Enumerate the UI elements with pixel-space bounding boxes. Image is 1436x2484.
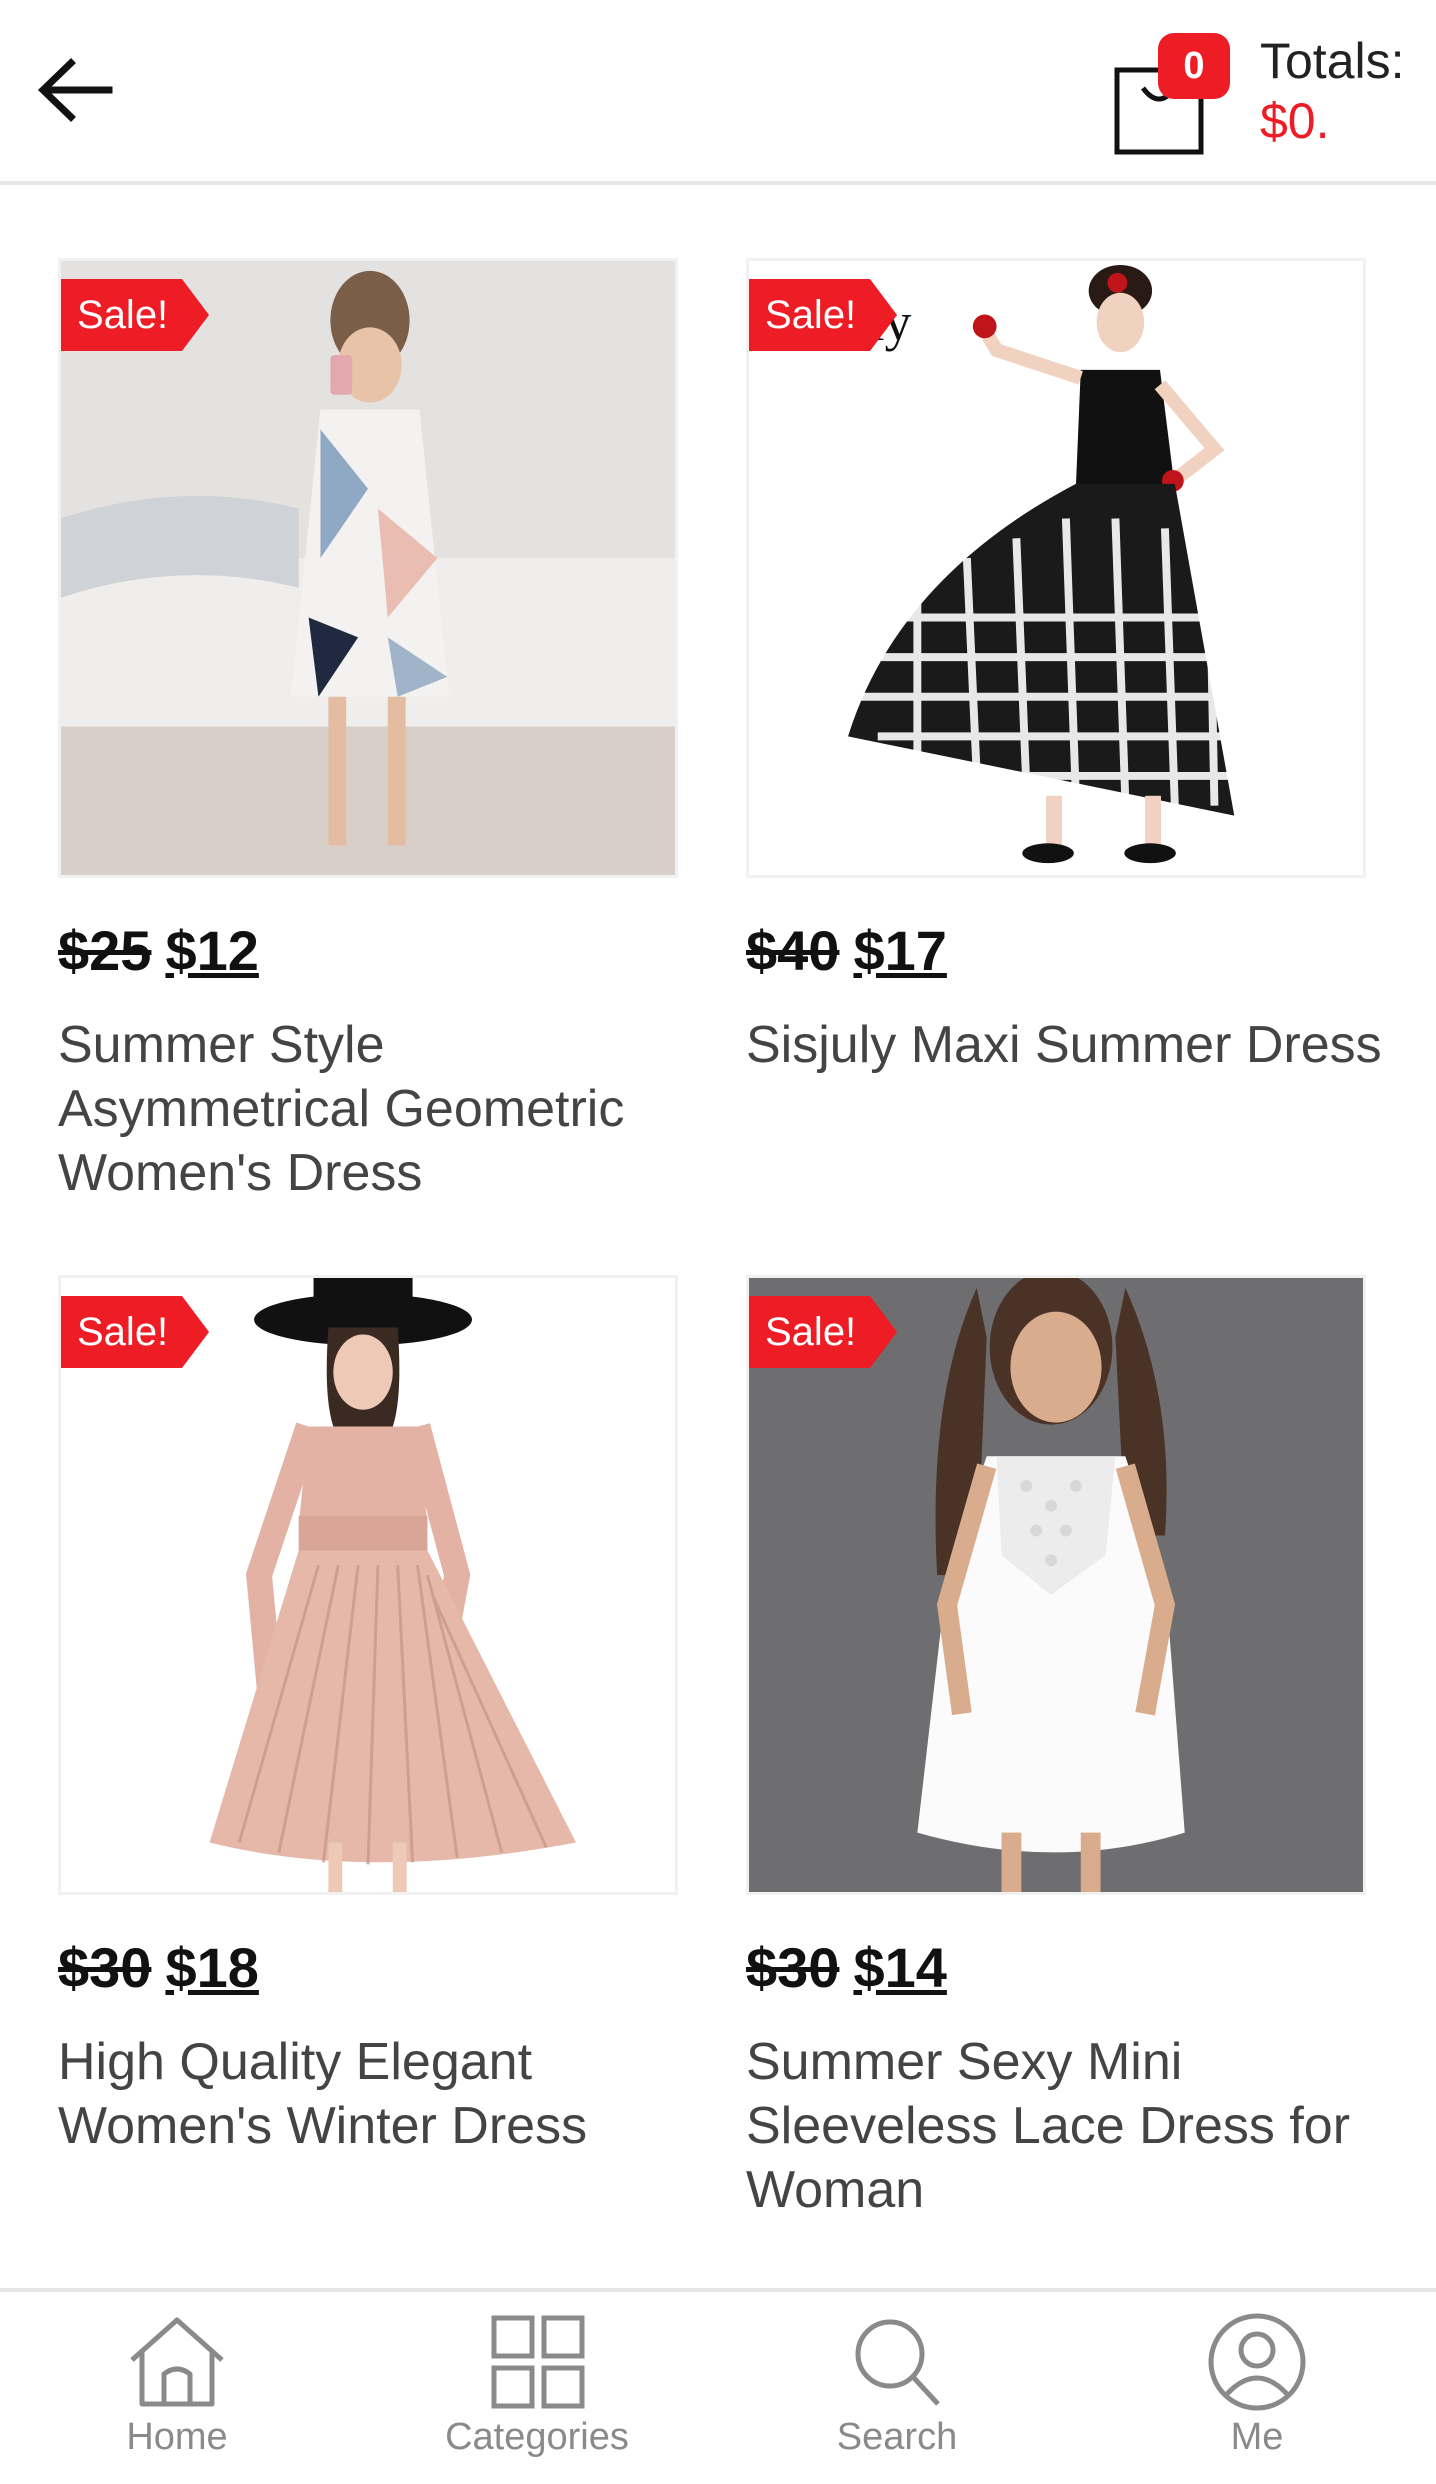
- totals-label: Totals:: [1260, 33, 1405, 89]
- nav-me[interactable]: Me: [1107, 2312, 1407, 2472]
- product-name[interactable]: Summer Sexy Mini Sleeveless Lace Dress f…: [746, 2030, 1386, 2222]
- user-icon: [1208, 2313, 1306, 2411]
- nav-search-label: Search: [836, 2416, 958, 2458]
- top-bar: 0 Totals: $0.: [0, 0, 1436, 185]
- sale-price: $14: [853, 1936, 947, 1999]
- original-price: $30: [58, 1936, 152, 1999]
- product-image[interactable]: uly Sale!: [746, 258, 1366, 878]
- sale-badge: Sale!: [61, 279, 209, 351]
- product-image[interactable]: Sale!: [58, 258, 678, 878]
- product-name[interactable]: High Quality Elegant Women's Winter Dres…: [58, 2030, 698, 2158]
- nav-categories[interactable]: Categories: [387, 2312, 687, 2472]
- price-row: $30 $18: [58, 1935, 698, 2000]
- product-name[interactable]: Sisjuly Maxi Summer Dress: [746, 1013, 1386, 1077]
- sale-price: $17: [853, 919, 947, 982]
- price-row: $25 $12: [58, 918, 698, 983]
- original-price: $40: [746, 919, 840, 982]
- bottom-navigation: Home Categories Search Me: [0, 2288, 1436, 2484]
- price-row: $30 $14: [746, 1935, 1386, 2000]
- product-card[interactable]: uly Sale! $40$17 Sisjuly Maxi Summer Dre…: [746, 258, 1386, 1077]
- nav-me-label: Me: [1230, 2416, 1284, 2458]
- product-image[interactable]: Sale!: [746, 1275, 1366, 1895]
- back-button[interactable]: [20, 40, 130, 140]
- nav-search[interactable]: Search: [747, 2312, 1047, 2472]
- product-card[interactable]: Sale! $25 $12 Summer Style Asymmetrical G…: [58, 258, 698, 1205]
- product-name[interactable]: Summer Style Asymmetrical Geometric Wome…: [58, 1013, 698, 1205]
- product-list-screen: 0 Totals: $0. Sale! $25 $12 Summer Style…: [0, 0, 1436, 2484]
- product-card[interactable]: Sale! $30 $14 Summer Sexy Mini Sleeveless…: [746, 1275, 1386, 2222]
- home-icon: [130, 2317, 224, 2407]
- product-image[interactable]: r Sale!: [58, 1275, 678, 1895]
- nav-home-label: Home: [126, 2416, 228, 2458]
- cart-count-badge: 0: [1158, 33, 1230, 99]
- price-row: $40 $17: [746, 918, 1386, 983]
- grid-icon: [491, 2315, 585, 2409]
- sale-price: $12: [165, 919, 259, 982]
- original-price: $30: [746, 1936, 840, 1999]
- nav-home[interactable]: Home: [27, 2312, 327, 2472]
- product-card[interactable]: r Sale! $30$18 High Quality Elegant Wome…: [58, 1275, 698, 2158]
- sale-badge: Sale!: [749, 1296, 897, 1368]
- sale-badge: Sale!: [749, 279, 897, 351]
- sale-price: $18: [165, 1936, 259, 1999]
- nav-categories-label: Categories: [445, 2416, 629, 2458]
- original-price: $25: [58, 919, 152, 982]
- search-icon: [855, 2319, 940, 2406]
- sale-badge: Sale!: [61, 1296, 209, 1368]
- totals-value: $0.: [1260, 93, 1330, 149]
- arrow-left-icon: [37, 58, 113, 122]
